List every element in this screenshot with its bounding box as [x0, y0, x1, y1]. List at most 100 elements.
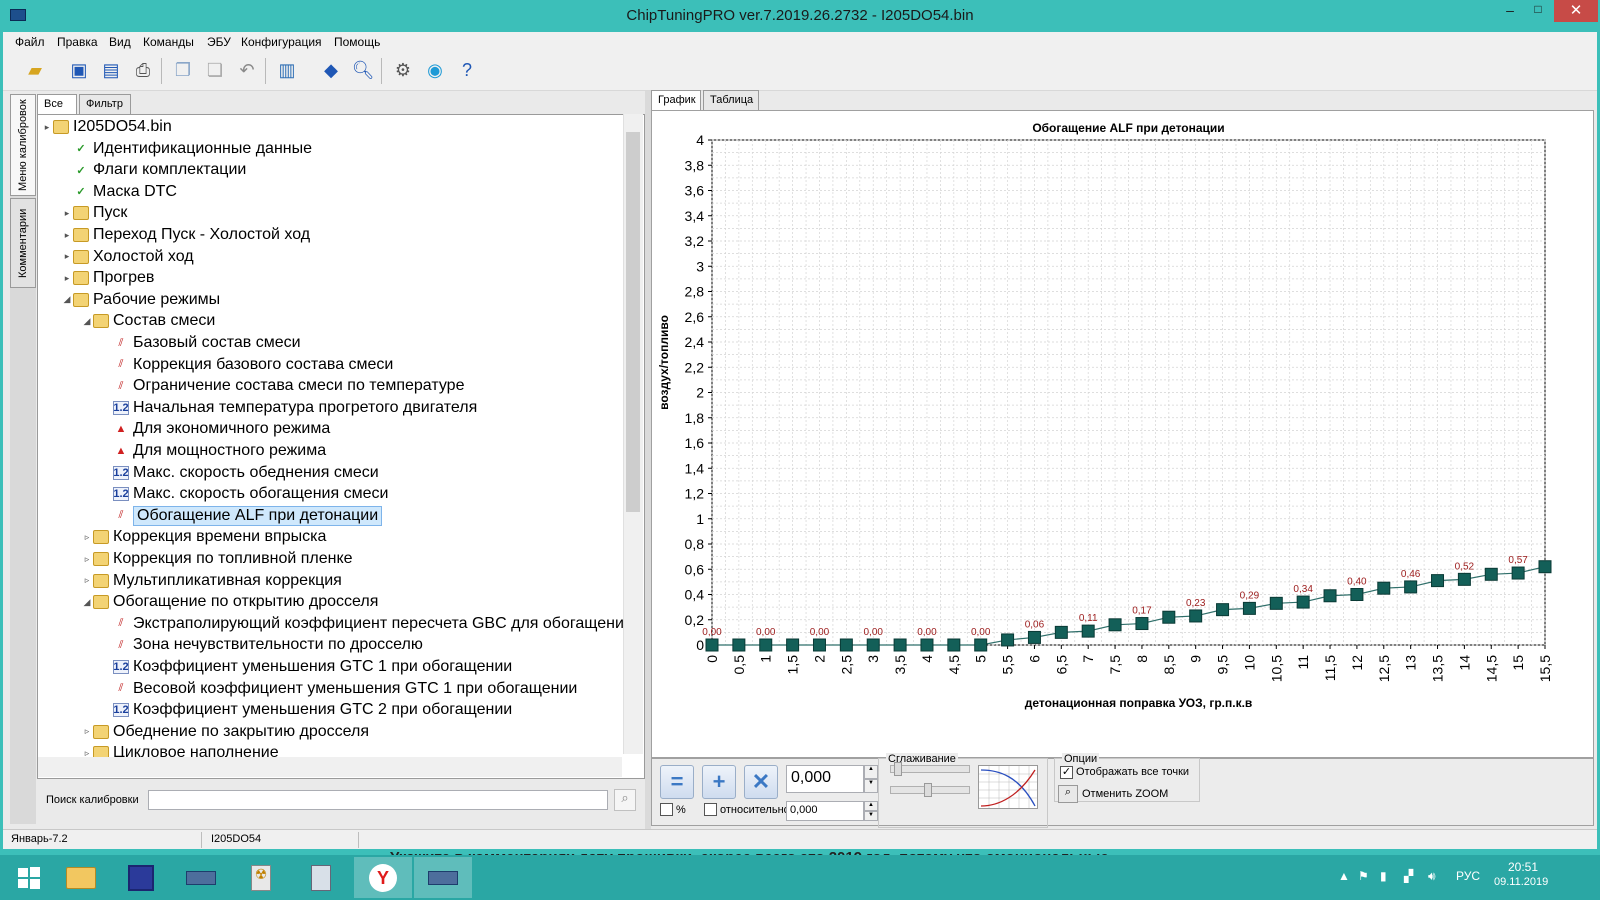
menu-configuration[interactable]: Конфигурация [241, 35, 322, 49]
tab-comments[interactable]: Комментарии [10, 198, 36, 288]
tree-item[interactable]: ▲ Для мощностного режима [101, 440, 327, 462]
tree-item[interactable]: ▹ Обеднение по закрытию дросселя [81, 721, 369, 743]
tray-date[interactable]: 09.11.2019 [1494, 876, 1548, 888]
tab-filter[interactable]: Фильтр [79, 94, 131, 114]
explorer-icon[interactable] [52, 857, 110, 898]
value-spin-down[interactable]: ▼ [864, 779, 878, 793]
close-button[interactable]: ✕ [1554, 0, 1598, 22]
tree-expander-icon[interactable]: ▹ [81, 575, 93, 586]
tree-expander-icon[interactable]: ◢ [61, 294, 73, 305]
tray-volume-icon[interactable]: 🔊︎ [1428, 869, 1436, 884]
tree-expander-icon[interactable]: ▹ [81, 554, 93, 565]
help-icon[interactable]: ? [453, 56, 481, 84]
save-as-icon[interactable]: ▤ [97, 56, 125, 84]
settings-icon[interactable]: ⚙ [389, 56, 417, 84]
tab-table[interactable]: Таблица [703, 90, 759, 110]
tree-item[interactable]: ⫽ Зона нечувствительности по дросселю [101, 634, 423, 656]
multiply-button[interactable]: ✕ [744, 765, 778, 799]
tree-item[interactable]: ▸ I205DO54.bin [41, 116, 172, 138]
chart-panel[interactable]: Обогащение ALF при детонации 0 0,2 0,4 0,6 0,… [651, 110, 1594, 758]
tree-expander-icon[interactable]: ▸ [61, 230, 73, 241]
menu-edit[interactable]: Правка [57, 35, 98, 49]
relative-spin-up[interactable]: ▲ [864, 801, 878, 811]
menu-view[interactable]: Вид [109, 35, 131, 49]
tree-scroll-thumb[interactable] [626, 132, 640, 512]
tab-all[interactable]: Все [37, 94, 77, 114]
save-icon[interactable]: ▣ [65, 56, 93, 84]
tree-item[interactable]: ▹ Коррекция времени впрыска [81, 526, 327, 548]
menu-help[interactable]: Помощь [334, 35, 380, 49]
tree-item[interactable]: 1.2 Начальная температура прогретого двиг… [101, 397, 477, 419]
windows-start-icon[interactable] [0, 857, 58, 898]
tray-language[interactable]: РУС [1456, 869, 1480, 883]
tree-expander-icon[interactable]: ▸ [61, 273, 73, 284]
search-input[interactable] [148, 790, 608, 810]
value-input[interactable]: 0,000 [786, 765, 864, 793]
calculator-icon[interactable] [292, 857, 350, 898]
tree-item[interactable]: ✓ Идентификационные данные [61, 138, 312, 160]
tree-item[interactable]: 1.2 Коэффициент уменьшения GTC 1 при обог… [101, 656, 512, 678]
tree-expander-icon[interactable]: ▸ [41, 122, 53, 133]
relative-checkbox[interactable] [704, 803, 717, 816]
search-icon[interactable]: ⌕ [614, 789, 636, 811]
relative-spin-down[interactable]: ▼ [864, 811, 878, 821]
tree-item[interactable]: ⫽ Базовый состав смеси [101, 332, 301, 354]
tree-item[interactable]: 1.2 Макс. скорость обеднения смеси [101, 462, 379, 484]
minimize-button[interactable]: – [1497, 2, 1523, 22]
cleaner-icon[interactable]: ☢ [232, 857, 290, 898]
copy-icon[interactable]: ❐ [169, 56, 197, 84]
tree-item[interactable]: ▲ Для экономичного режима [101, 418, 331, 440]
tree-item[interactable]: ◢ Обогащение по открытию дросселя [81, 591, 379, 613]
tree-expander-icon[interactable]: ▸ [61, 208, 73, 219]
chiptuning-icon[interactable] [414, 857, 472, 898]
cancel-zoom-label[interactable]: Отменить ZOOM [1082, 788, 1168, 800]
tree-horizontal-scrollbar[interactable] [38, 757, 622, 777]
tray-arrow-icon[interactable]: ▲ [1338, 869, 1350, 883]
tray-power-icon[interactable]: ▮ [1380, 869, 1387, 883]
tree-item[interactable]: 1.2 Коэффициент уменьшения GTC 2 при обог… [101, 699, 512, 721]
smoothing-thumb-1[interactable] [894, 762, 902, 776]
cancel-zoom-icon[interactable]: ⌕ [1058, 785, 1078, 803]
save-app-icon[interactable] [112, 857, 170, 898]
tree-item[interactable]: ⫽ Коррекция базового состава смеси [101, 354, 394, 376]
tree-item[interactable]: ✓ Маска DTC [61, 181, 177, 203]
tray-network-icon[interactable]: ▞ [1404, 869, 1413, 883]
tree-expander-icon[interactable]: ▹ [81, 532, 93, 543]
chip-app-icon[interactable] [172, 857, 230, 898]
tab-graph[interactable]: График [651, 90, 701, 110]
set-equal-button[interactable]: = [660, 765, 694, 799]
tab-calibration-menu[interactable]: Меню калибровок [10, 94, 36, 196]
add-button[interactable]: + [702, 765, 736, 799]
print-icon[interactable]: ⎙ [129, 56, 157, 84]
tree-item[interactable]: ▸ Переход Пуск - Холостой ход [61, 224, 310, 246]
tree-item[interactable]: ⫽ Ограничение состава смеси по температур… [101, 375, 465, 397]
tree-item[interactable]: ⫽ Обогащение ALF при детонации [101, 505, 383, 527]
smoothing-slider-1[interactable] [890, 765, 970, 773]
show-all-points-checkbox[interactable]: ✓ [1060, 766, 1073, 779]
menu-ecu[interactable]: ЭБУ [207, 35, 231, 49]
tree-item[interactable]: ✓ Флаги комплектации [61, 159, 246, 181]
tray-flag-icon[interactable]: ⚑ [1358, 869, 1369, 883]
tree-item[interactable]: ▸ Пуск [61, 202, 128, 224]
chart-svg[interactable]: Обогащение ALF при детонации 0 0,2 0,4 0,6 0,… [652, 111, 1593, 757]
tree-expander-icon[interactable]: ◢ [81, 597, 93, 608]
value-spin-up[interactable]: ▲ [864, 765, 878, 779]
connect-icon[interactable]: ◉ [421, 56, 449, 84]
tree-item[interactable]: ⫽ Экстраполирующий коэффициент пересчета … [101, 613, 633, 635]
relative-input[interactable]: 0,000 [786, 801, 864, 821]
paste-icon[interactable]: ❏ [201, 56, 229, 84]
open-icon[interactable]: ▰ [21, 56, 49, 84]
tree-item[interactable]: 1.2 Макс. скорость обогащения смеси [101, 483, 388, 505]
smoothing-thumb-2[interactable] [924, 783, 932, 797]
tree-item[interactable]: ▹ Коррекция по топливной пленке [81, 548, 353, 570]
menu-commands[interactable]: Команды [143, 35, 194, 49]
search-calibration-icon[interactable]: 🔍︎ [349, 56, 377, 84]
menu-file[interactable]: Файл [15, 35, 45, 49]
ecu-read-icon[interactable]: ▥ [273, 56, 301, 84]
tree-item[interactable]: ◢ Рабочие режимы [61, 289, 221, 311]
tree-item[interactable]: ▸ Прогрев [61, 267, 155, 289]
undo-icon[interactable]: ↶ [233, 56, 261, 84]
percent-checkbox[interactable] [660, 803, 673, 816]
maximize-button[interactable]: □ [1525, 2, 1551, 22]
tree-expander-icon[interactable]: ▸ [61, 251, 73, 262]
